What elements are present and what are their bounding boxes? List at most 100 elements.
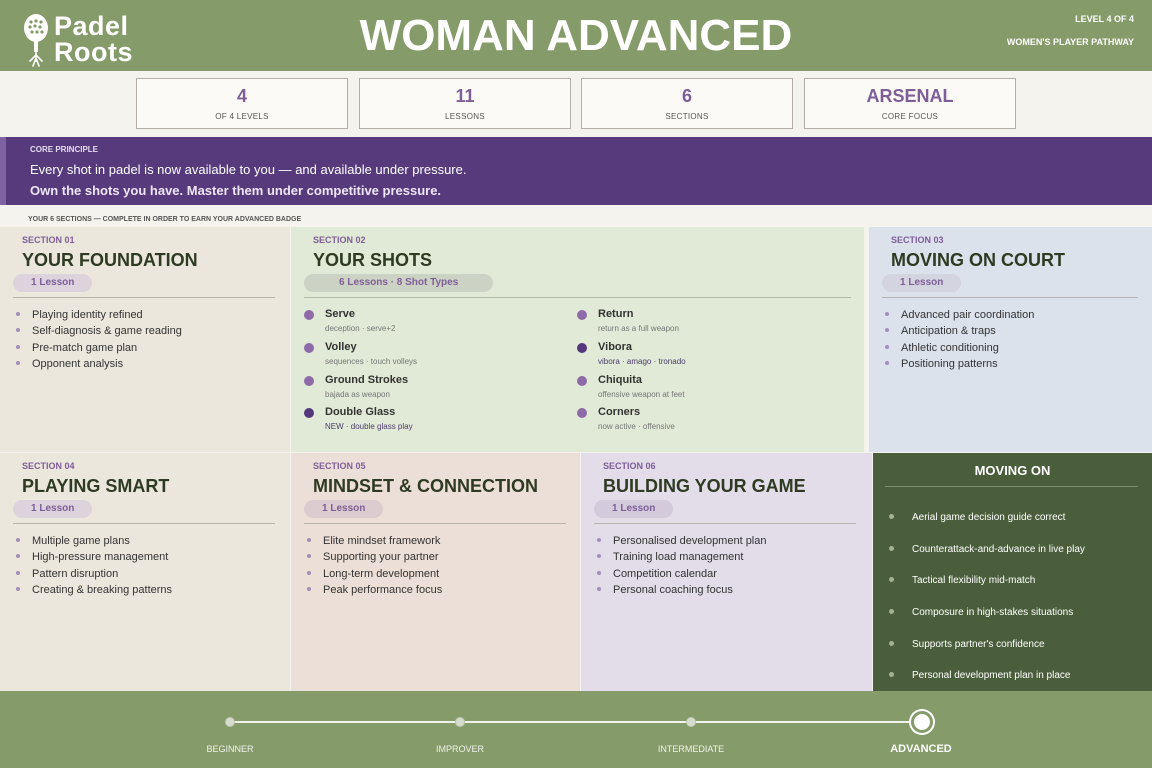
section-divider	[304, 523, 566, 524]
section-number: SECTION 02	[313, 235, 366, 245]
list-item: Peak performance focus	[307, 582, 442, 598]
topic-label: Pre-match game plan	[32, 341, 138, 354]
bullet-icon	[307, 570, 311, 575]
stat-label: CORE FOCUS	[881, 112, 939, 121]
bullet-icon	[16, 328, 20, 333]
sections-heading: YOUR 6 SECTIONS — COMPLETE IN ORDER TO E…	[28, 216, 302, 223]
bullet-icon	[885, 344, 889, 349]
criteria-label: Tactical flexibility mid-match	[912, 575, 1036, 586]
stats-row: 4 OF 4 LEVELS 11 LESSONS 6 SECTIONS ARSE…	[136, 78, 1016, 129]
bullet-icon	[889, 577, 894, 582]
list-item: High-pressure management	[16, 549, 172, 565]
stat-label: OF 4 LEVELS	[215, 112, 269, 121]
section-divider	[13, 297, 275, 298]
list-item: Anticipation & traps	[885, 323, 1034, 339]
shot-description: offensive weapon at feet	[598, 390, 685, 399]
stat-label: SECTIONS	[665, 112, 709, 121]
bullet-icon	[16, 538, 20, 542]
core-principle-tagline: Own the shots you have. Master them unde…	[30, 183, 442, 198]
topic-label: Peak performance focus	[323, 583, 443, 596]
shot-description: deception · serve+2	[325, 324, 396, 333]
pathway-track	[230, 721, 922, 723]
criteria-label: Composure in high-stakes situations	[912, 607, 1074, 618]
list-item: Supporting your partner	[307, 549, 442, 565]
bullet-icon	[885, 328, 889, 333]
stat-value: ARSENAL	[866, 86, 954, 106]
section-card-building-game[interactable]: SECTION 06 BUILDING YOUR GAME 1 Lesson P…	[581, 453, 872, 691]
stat-value: 6	[681, 86, 692, 106]
shot-bullet-icon	[577, 343, 587, 353]
stat-lessons: 11 LESSONS	[359, 78, 571, 129]
topic-label: Competition calendar	[613, 567, 717, 580]
list-item: Playing identity refined	[16, 307, 182, 323]
topic-label: Long-term development	[323, 567, 440, 580]
list-item: Long-term development	[307, 566, 442, 582]
criteria-label: Counterattack-and-advance in live play	[912, 544, 1085, 555]
bullet-icon	[16, 570, 20, 575]
shot-name: Vibora	[598, 341, 633, 353]
lesson-count-badge: 6 Lessons · 8 Shot Types	[304, 274, 494, 292]
shot-bullet-icon	[304, 343, 314, 353]
topic-label: Elite mindset framework	[323, 535, 441, 547]
stat-levels: 4 OF 4 LEVELS	[136, 78, 348, 129]
stat-sections: 6 SECTIONS	[581, 78, 793, 129]
section-card-moving-on-court[interactable]: SECTION 03 MOVING ON COURT 1 Lesson Adva…	[869, 227, 1152, 452]
bullet-icon	[597, 554, 601, 559]
section-card-foundation[interactable]: SECTION 01 YOUR FOUNDATION 1 Lesson Play…	[0, 227, 290, 452]
shot-description: bajada as weapon	[325, 390, 390, 399]
shot-bullet-icon	[577, 408, 587, 418]
section-topic-list: Playing identity refined Self-diagnosis …	[16, 307, 182, 372]
stage-marker-improver[interactable]	[455, 717, 465, 727]
core-principle-text: Every shot in padel is now available to …	[30, 162, 467, 177]
stage-marker-advanced-current[interactable]	[911, 711, 933, 733]
topic-label: Creating & breaking patterns	[32, 583, 173, 596]
header: Padel Roots WOMAN ADVANCED LEVEL 4 OF 4 …	[0, 0, 1152, 71]
stage-label-beginner: BEGINNER	[206, 744, 254, 754]
section-title: YOUR SHOTS	[313, 250, 433, 270]
topic-label: Multiple game plans	[32, 535, 130, 547]
bullet-icon	[597, 538, 601, 542]
section-divider	[594, 523, 856, 524]
bullet-icon	[889, 514, 894, 519]
topic-label: Playing identity refined	[32, 309, 143, 321]
section-title: BUILDING YOUR GAME	[603, 476, 806, 496]
bullet-icon	[307, 554, 311, 559]
shot-name: Corners	[598, 406, 641, 418]
section-card-mindset[interactable]: SECTION 05 MINDSET & CONNECTION 1 Lesson…	[291, 453, 580, 691]
stage-marker-beginner[interactable]	[225, 717, 235, 727]
shot-description: return as a full weapon	[598, 324, 679, 333]
section-number: SECTION 01	[22, 235, 75, 245]
section-card-shots[interactable]: SECTION 02 YOUR SHOTS 6 Lessons · 8 Shot…	[291, 227, 864, 452]
lesson-count-badge: 1 Lesson	[882, 274, 962, 292]
criteria-label: Aerial game decision guide correct	[912, 512, 1066, 523]
bullet-icon	[307, 538, 311, 542]
shot-description: sequences · touch volleys	[325, 357, 418, 366]
section-divider	[13, 523, 275, 524]
topic-label: Pattern disruption	[32, 567, 119, 580]
core-principle-label: CORE PRINCIPLE	[30, 145, 99, 154]
section-topic-list: Personalised development plan Training l…	[597, 533, 767, 598]
bullet-icon	[16, 312, 20, 316]
topic-label: Anticipation & traps	[901, 325, 996, 338]
criteria-label: Personal development plan in place	[912, 670, 1071, 681]
list-item: Multiple game plans	[16, 533, 172, 549]
shot-description: vibora · amago · tronado	[598, 357, 686, 366]
core-principle-banner: CORE PRINCIPLE Every shot in padel is no…	[0, 137, 1152, 205]
section-title: PLAYING SMART	[22, 476, 170, 496]
stat-value: 4	[236, 86, 247, 106]
topic-label: Advanced pair coordination	[901, 309, 1035, 321]
section-number: SECTION 05	[313, 461, 366, 471]
section-topic-list: Multiple game plans High-pressure manage…	[16, 533, 172, 598]
stage-marker-intermediate[interactable]	[686, 717, 696, 727]
list-item: Creating & breaking patterns	[16, 582, 172, 598]
list-item: Positioning patterns	[885, 356, 1034, 372]
section-number: SECTION 04	[22, 461, 75, 471]
pathway-name: WOMEN'S PLAYER PATHWAY	[1006, 37, 1134, 47]
topic-label: Training load management	[613, 551, 744, 564]
list-item: Personalised development plan	[597, 533, 767, 549]
moving-on-title: MOVING ON	[974, 463, 1051, 478]
section-card-playing-smart[interactable]: SECTION 04 PLAYING SMART 1 Lesson Multip…	[0, 453, 290, 691]
shot-bullet-icon	[577, 310, 587, 320]
lesson-count-badge: 1 Lesson	[594, 500, 674, 518]
bullet-icon	[16, 586, 20, 591]
